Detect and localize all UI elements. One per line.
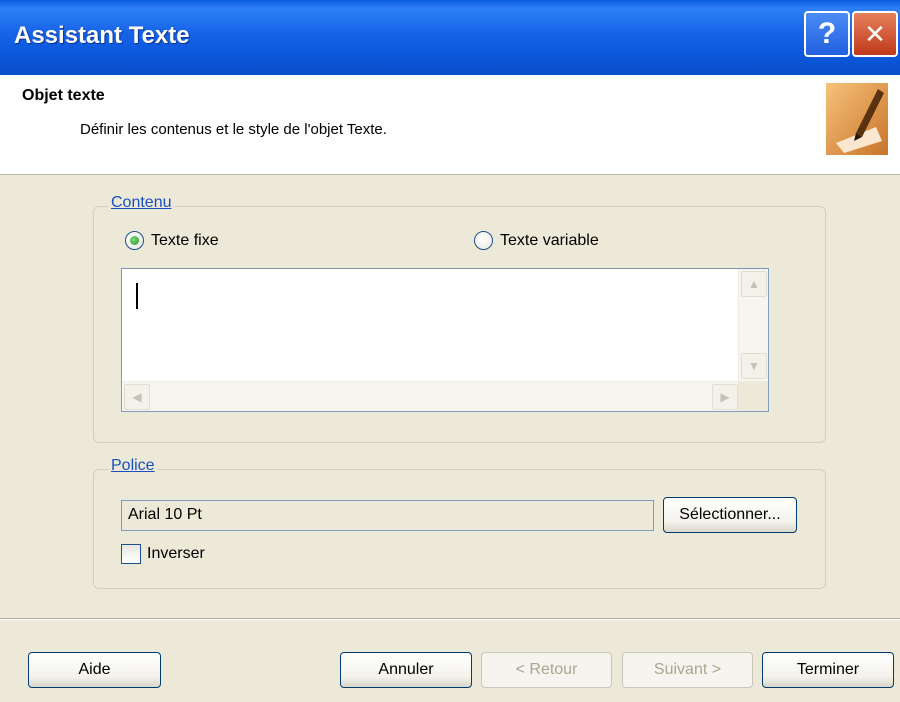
scroll-up-button[interactable]: ▲ xyxy=(741,271,767,297)
title-bar[interactable]: Assistant Texte ? ✕ xyxy=(0,0,900,75)
scrollbar-corner xyxy=(738,381,768,411)
next-button[interactable]: Suivant > xyxy=(622,652,753,688)
radio-fixed-label: Texte fixe xyxy=(151,231,219,249)
radio-variable-text[interactable]: Texte variable xyxy=(474,231,599,250)
close-icon: ✕ xyxy=(864,18,886,49)
radio-fixed-text[interactable]: Texte fixe xyxy=(125,231,219,250)
content-text-area[interactable]: ▲ ▼ ◀ ▶ xyxy=(121,268,769,412)
checkbox-box xyxy=(121,544,141,564)
page-title: Objet texte xyxy=(22,87,105,104)
pen-writing-icon xyxy=(826,83,888,155)
scroll-up-icon: ▲ xyxy=(748,277,760,291)
question-mark-icon: ? xyxy=(817,17,837,50)
radio-variable-label: Texte variable xyxy=(500,231,599,249)
invert-checkbox[interactable]: Inverser xyxy=(121,544,205,564)
scroll-right-icon: ▶ xyxy=(720,390,730,404)
font-display-field: Arial 10 Pt xyxy=(121,500,654,531)
finish-button[interactable]: Terminer xyxy=(762,652,894,688)
text-caret xyxy=(136,283,138,309)
page-subtitle: Définir les contenus et le style de l'ob… xyxy=(80,121,387,138)
radio-unselected-icon xyxy=(474,231,493,250)
close-button[interactable]: ✕ xyxy=(852,11,898,57)
vertical-scrollbar[interactable]: ▲ ▼ xyxy=(738,269,768,381)
help-button[interactable]: ? xyxy=(804,11,850,57)
wizard-header: Objet texte Définir les contenus et le s… xyxy=(0,75,900,175)
select-font-button[interactable]: Sélectionner... xyxy=(663,497,797,533)
content-group-legend: Contenu xyxy=(108,194,175,212)
cancel-button[interactable]: Annuler xyxy=(340,652,472,688)
back-button[interactable]: < Retour xyxy=(481,652,612,688)
font-group-legend: Police xyxy=(108,457,158,475)
scroll-down-icon: ▼ xyxy=(748,359,760,373)
scroll-right-button[interactable]: ▶ xyxy=(712,384,738,410)
invert-label: Inverser xyxy=(147,545,205,562)
scroll-left-button[interactable]: ◀ xyxy=(124,384,150,410)
help-wizard-button[interactable]: Aide xyxy=(28,652,161,688)
scroll-down-button[interactable]: ▼ xyxy=(741,353,767,379)
radio-selected-icon xyxy=(125,231,144,250)
horizontal-scrollbar[interactable]: ◀ ▶ xyxy=(122,381,740,411)
footer-divider xyxy=(0,618,900,620)
scroll-left-icon: ◀ xyxy=(132,390,142,404)
window-title: Assistant Texte xyxy=(14,22,190,49)
